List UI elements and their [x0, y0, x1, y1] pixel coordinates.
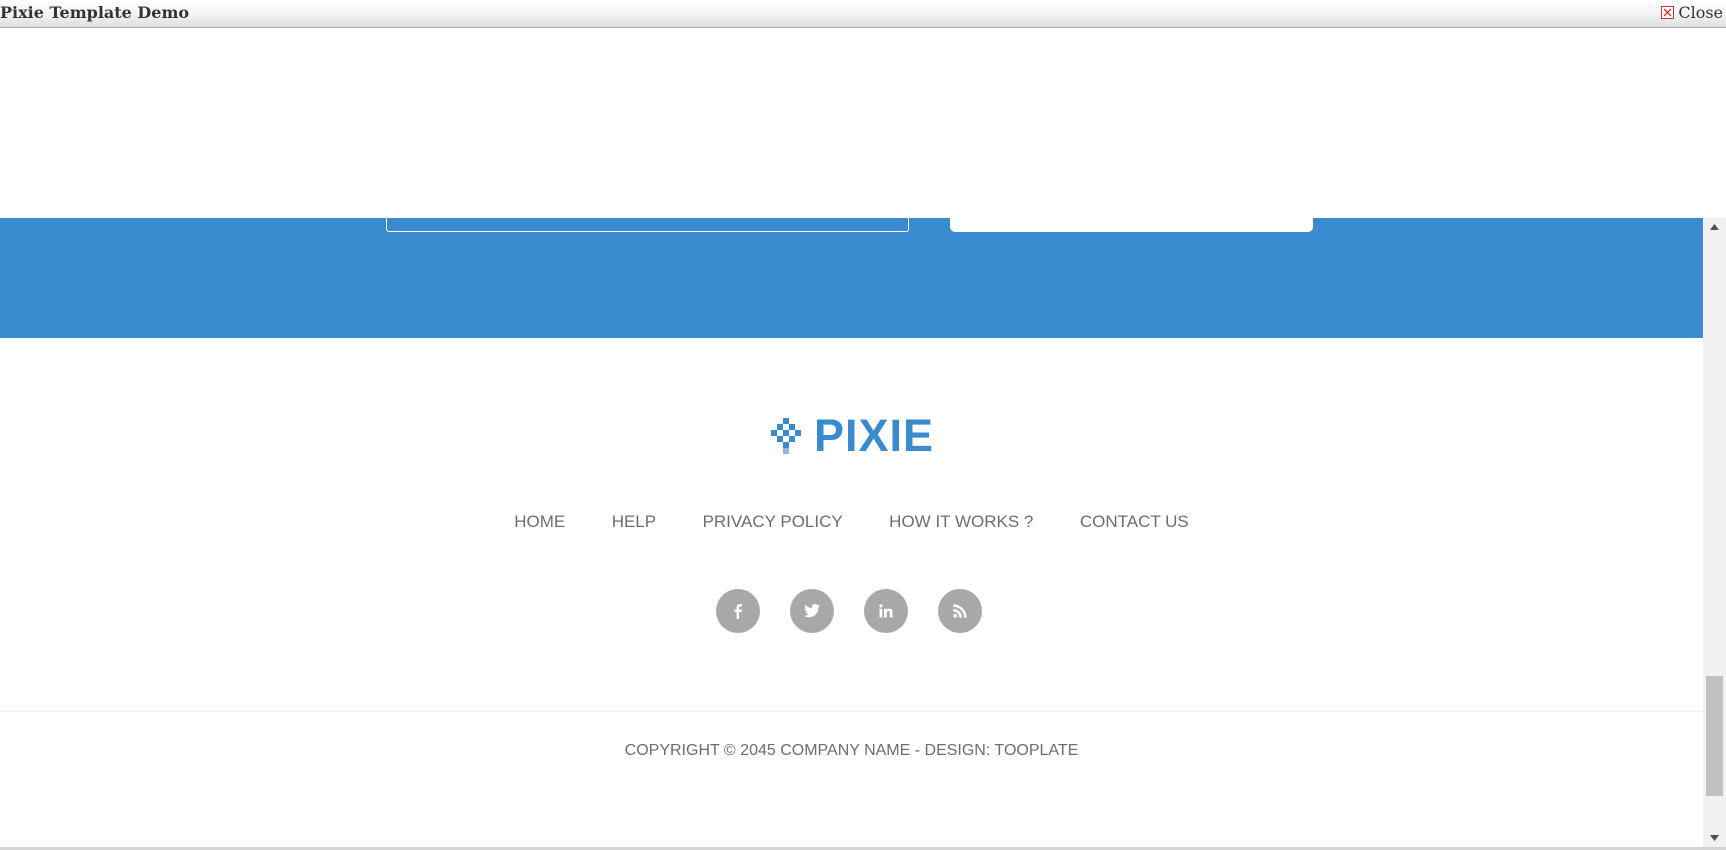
vertical-scrollbar[interactable] [1703, 218, 1726, 847]
twitter-button[interactable] [790, 589, 834, 633]
facebook-icon [734, 604, 742, 619]
subscribe-button[interactable] [950, 218, 1313, 232]
scroll-thumb[interactable] [1706, 676, 1723, 796]
nav-help[interactable]: HELP [612, 512, 656, 532]
nav-contact-us[interactable]: CONTACT US [1080, 512, 1189, 532]
logo[interactable]: PIXIE [768, 413, 934, 458]
nav-how-it-works[interactable]: HOW IT WORKS ? [889, 512, 1033, 532]
rss-icon [953, 604, 967, 618]
window-title: Pixie Template Demo [0, 3, 190, 22]
pixel-diamond-icon [771, 417, 801, 454]
email-field[interactable] [386, 218, 909, 232]
triangle-down-icon [1710, 835, 1719, 841]
nav-home[interactable]: HOME [514, 512, 565, 532]
triangle-up-icon [1710, 224, 1719, 230]
nav-privacy-policy[interactable]: PRIVACY POLICY [703, 512, 843, 532]
footer-nav: HOME HELP PRIVACY POLICY HOW IT WORKS ? … [0, 512, 1703, 532]
scroll-up-button[interactable] [1703, 218, 1726, 236]
scroll-down-button[interactable] [1703, 829, 1726, 847]
close-label[interactable]: Close [1678, 3, 1723, 22]
logo-text: PIXIE [814, 410, 935, 461]
linkedin-button[interactable] [864, 589, 908, 633]
linkedin-icon [879, 604, 893, 618]
page-frame: PIXIE HOME HELP PRIVACY POLICY HOW IT WO… [0, 29, 1726, 847]
rss-button[interactable] [938, 589, 982, 633]
window-title-bar: Pixie Template Demo Close [0, 0, 1726, 28]
close-icon[interactable] [1661, 6, 1675, 19]
facebook-button[interactable] [716, 589, 760, 633]
twitter-icon [804, 604, 820, 618]
copyright-text: COPYRIGHT © 2045 COMPANY NAME - DESIGN: … [624, 742, 1079, 759]
newsletter-section [0, 218, 1703, 338]
social-links [716, 589, 982, 633]
close-button[interactable]: Close [1661, 3, 1723, 22]
footer-divider [0, 711, 1703, 712]
